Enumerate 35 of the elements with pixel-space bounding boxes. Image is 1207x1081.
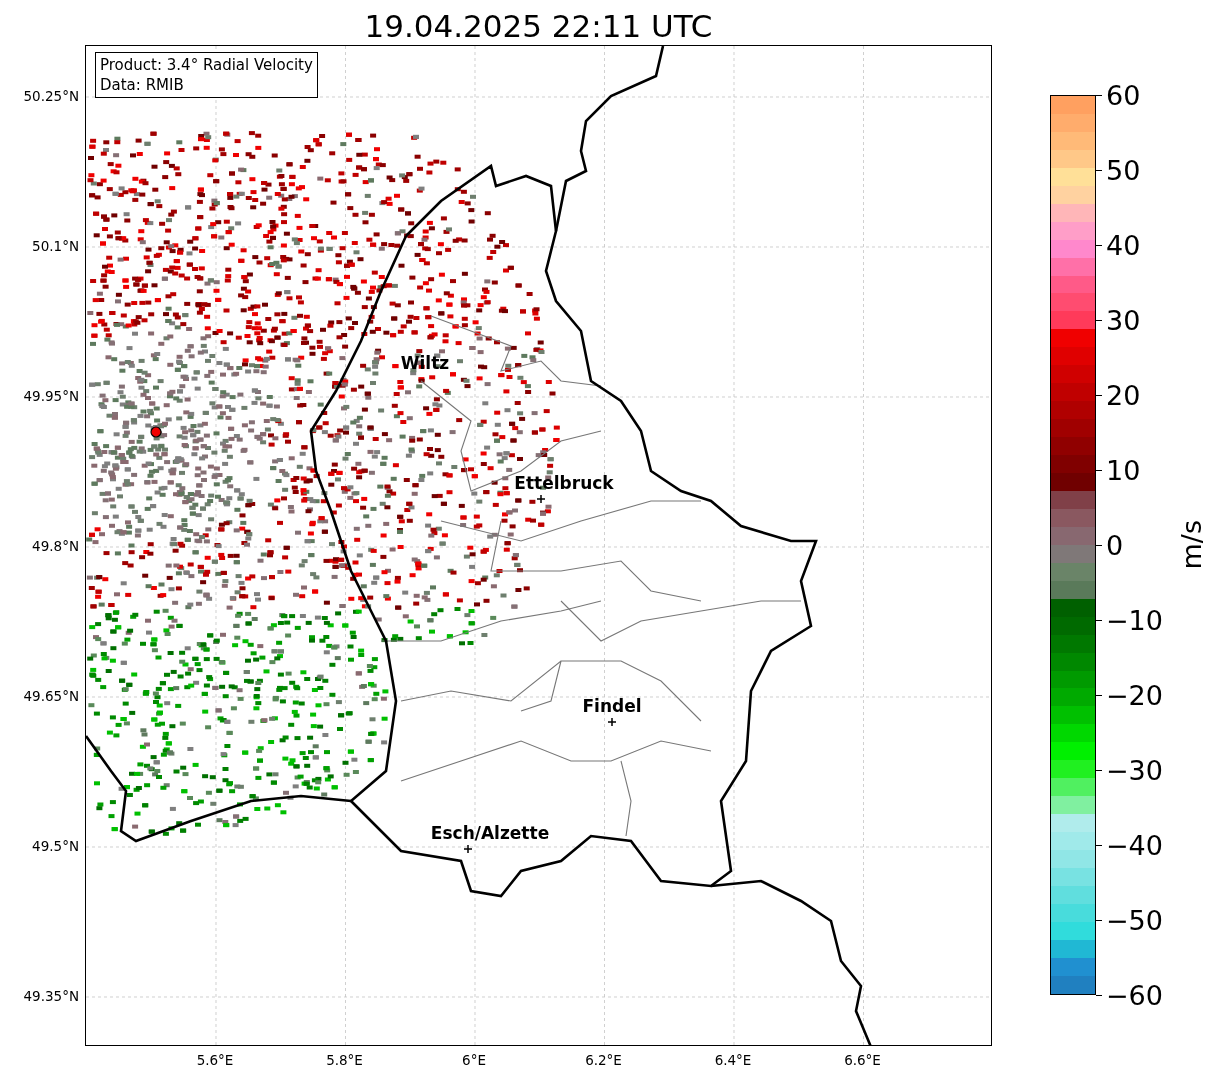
longitude-label: 6.2°E xyxy=(585,1052,622,1068)
city-label: Findel xyxy=(582,696,642,716)
info-text: Data: RMIB xyxy=(100,75,185,95)
chart-title: 19.04.2025 22:11 UTC xyxy=(364,8,713,45)
colorbar-tick-label: 50 xyxy=(1106,154,1141,186)
city-label: Esch/Alzette xyxy=(430,823,550,843)
colorbar-tick-label: 0 xyxy=(1106,529,1124,561)
latitude-label: 49.8°N xyxy=(32,538,79,554)
colorbar-label: m/s xyxy=(1176,520,1207,570)
colorbar-tick-label: 10 xyxy=(1106,454,1141,486)
colorbar-tick-label: −10 xyxy=(1106,604,1163,636)
latitude-label: 49.65°N xyxy=(23,688,79,704)
colorbar-tick-label: −20 xyxy=(1106,679,1163,711)
city-label: Wiltz xyxy=(400,353,450,373)
longitude-label: 5.8°E xyxy=(326,1052,363,1068)
colorbar-tick-label: −40 xyxy=(1106,829,1163,861)
radar-site-marker xyxy=(150,426,162,438)
longitude-label: 6.6°E xyxy=(844,1052,881,1068)
longitude-label: 6°E xyxy=(462,1052,486,1068)
city-label: Ettelbruck xyxy=(514,473,614,493)
colorbar-tick-label: −30 xyxy=(1106,754,1163,786)
info-text: Product: 3.4° Radial Velocity xyxy=(100,55,313,75)
colorbar-tick-label: 40 xyxy=(1106,229,1141,261)
latitude-label: 50.1°N xyxy=(32,238,79,254)
latitude-label: 49.95°N xyxy=(23,388,79,404)
colorbar-tick-label: 30 xyxy=(1106,304,1141,336)
colorbar-tick-label: 20 xyxy=(1106,379,1141,411)
colorbar-tick-label: −50 xyxy=(1106,904,1163,936)
colorbar-tick-label: 60 xyxy=(1106,79,1141,111)
colorbar-tick-label: −60 xyxy=(1106,979,1163,1011)
longitude-label: 5.6°E xyxy=(196,1052,234,1068)
latitude-label: 49.5°N xyxy=(32,838,79,854)
longitude-label: 6.4°E xyxy=(714,1052,752,1068)
latitude-label: 49.35°N xyxy=(23,988,79,1004)
latitude-label: 50.25°N xyxy=(23,88,79,104)
